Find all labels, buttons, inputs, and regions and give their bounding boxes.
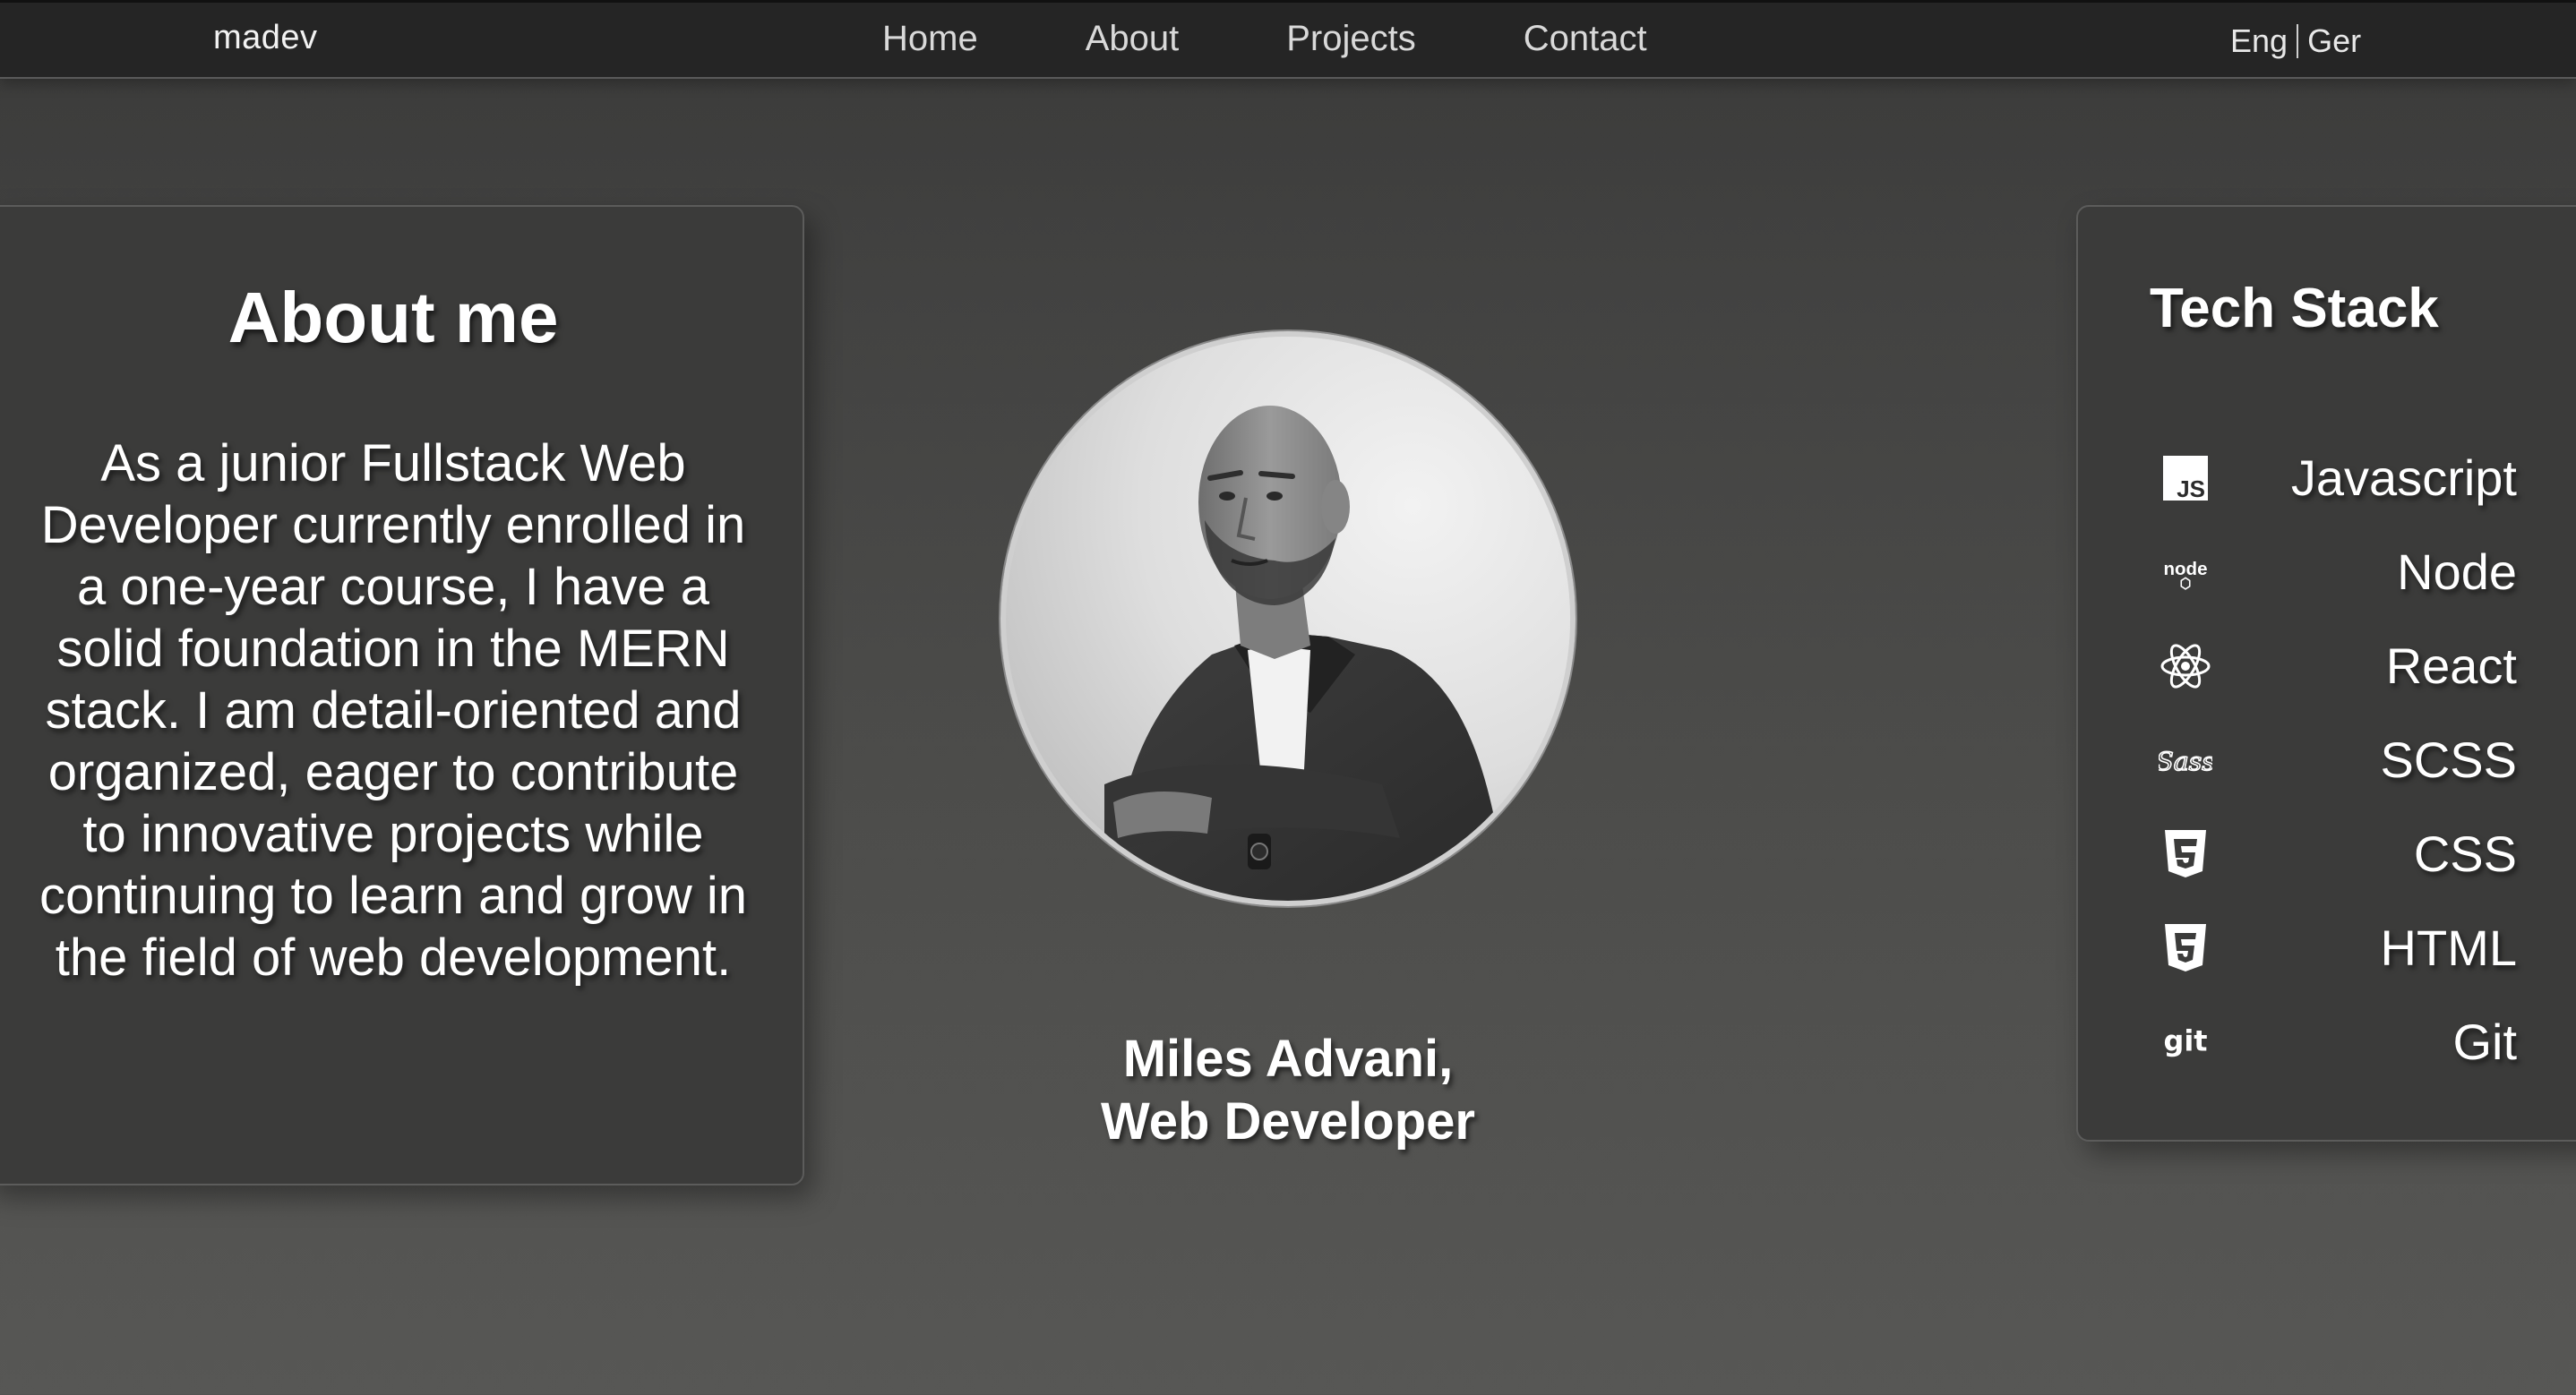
tech-label-node: Node — [2397, 543, 2517, 600]
tech-stack-title: Tech Stack — [2150, 278, 2439, 339]
tech-item-git: git Git — [2159, 995, 2517, 1089]
tech-label-git: Git — [2452, 1014, 2517, 1070]
svg-text:node: node — [2163, 559, 2207, 579]
tech-label-scss-react: React — [2385, 638, 2517, 694]
tech-item-html: HTML — [2159, 901, 2517, 995]
language-switcher: Eng Ger — [2230, 22, 2361, 60]
profile-name-block: Miles Advani, Web Developer — [896, 1028, 1680, 1153]
language-eng-option[interactable]: Eng — [2230, 22, 2288, 60]
tech-item-scss: Sass SCSS — [2159, 713, 2517, 807]
tech-label-javascript: Javascript — [2290, 449, 2517, 506]
sass-icon: Sass — [2159, 733, 2212, 787]
svg-text:JS: JS — [2177, 475, 2205, 501]
main-nav: Home About Projects Contact — [882, 19, 1647, 59]
tech-label-html: HTML — [2380, 920, 2517, 976]
node-icon: node — [2159, 545, 2212, 599]
profile-role: Web Developer — [1101, 1092, 1475, 1151]
about-title: About me — [228, 278, 559, 357]
tech-item-react: React — [2159, 619, 2517, 713]
tech-item-css: CSS — [2159, 807, 2517, 901]
top-navbar: madev Home About Projects Contact Eng Ge… — [0, 0, 2576, 79]
git-icon: git — [2159, 1015, 2212, 1069]
svg-text:Sass: Sass — [2159, 747, 2212, 776]
javascript-icon: JS — [2159, 451, 2212, 505]
nav-about-link[interactable]: About — [1086, 19, 1180, 59]
nav-projects-link[interactable]: Projects — [1286, 19, 1416, 59]
site-logo[interactable]: madev — [213, 19, 318, 57]
tech-label-scss: SCSS — [2380, 732, 2518, 788]
tech-stack-card: Tech Stack JS Javascript node Node React… — [2076, 205, 2576, 1142]
language-divider — [2297, 24, 2299, 58]
about-card: About me As a junior Fullstack Web Devel… — [0, 205, 804, 1185]
tech-label-css: CSS — [2413, 826, 2517, 882]
tech-stack-list: JS Javascript node Node React Sass SCSS … — [2159, 431, 2517, 1089]
css3-icon — [2159, 827, 2212, 881]
tech-item-javascript: JS Javascript — [2159, 431, 2517, 525]
svg-text:git: git — [2164, 1023, 2208, 1057]
react-icon — [2159, 639, 2212, 693]
about-description: As a junior Fullstack Web Developer curr… — [39, 434, 747, 987]
tech-item-node: node Node — [2159, 525, 2517, 619]
profile-name: Miles Advani, — [1122, 1030, 1454, 1088]
html5-icon — [2159, 921, 2212, 975]
portrait-illustration — [1006, 337, 1570, 901]
nav-contact-link[interactable]: Contact — [1524, 19, 1647, 59]
profile-photo — [1000, 331, 1576, 906]
language-ger-option[interactable]: Ger — [2307, 22, 2361, 60]
nav-home-link[interactable]: Home — [882, 19, 978, 59]
